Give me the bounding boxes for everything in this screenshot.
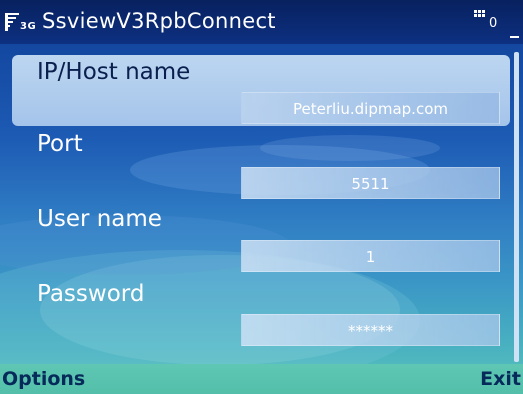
status-counter: 0	[489, 16, 498, 31]
connect-screen: 3G SsviewV3RpbConnect 0 IP/Host name Pet…	[0, 0, 523, 394]
title-bar: 3G SsviewV3RpbConnect 0	[0, 0, 523, 44]
grid-menu-icon	[474, 10, 485, 20]
host-label: IP/Host name	[37, 59, 191, 85]
username-field[interactable]: 1	[241, 240, 500, 272]
options-softkey[interactable]: Options	[2, 368, 85, 390]
scrollbar[interactable]	[514, 52, 519, 362]
port-label: Port	[37, 131, 83, 157]
app-title: SsviewV3RpbConnect	[42, 9, 276, 33]
background-decoration	[260, 135, 440, 161]
host-field[interactable]: Peterliu.dipmap.com	[241, 92, 500, 124]
softkey-bar: Options Exit	[0, 364, 523, 394]
username-label: User name	[37, 206, 162, 232]
exit-softkey[interactable]: Exit	[480, 368, 521, 390]
signal-strength-icon	[5, 13, 19, 31]
port-field[interactable]: 5511	[241, 167, 500, 199]
password-label: Password	[37, 281, 145, 307]
password-field[interactable]: ******	[241, 314, 500, 346]
minimize-indicator	[510, 36, 519, 38]
network-type-label: 3G	[20, 21, 37, 32]
